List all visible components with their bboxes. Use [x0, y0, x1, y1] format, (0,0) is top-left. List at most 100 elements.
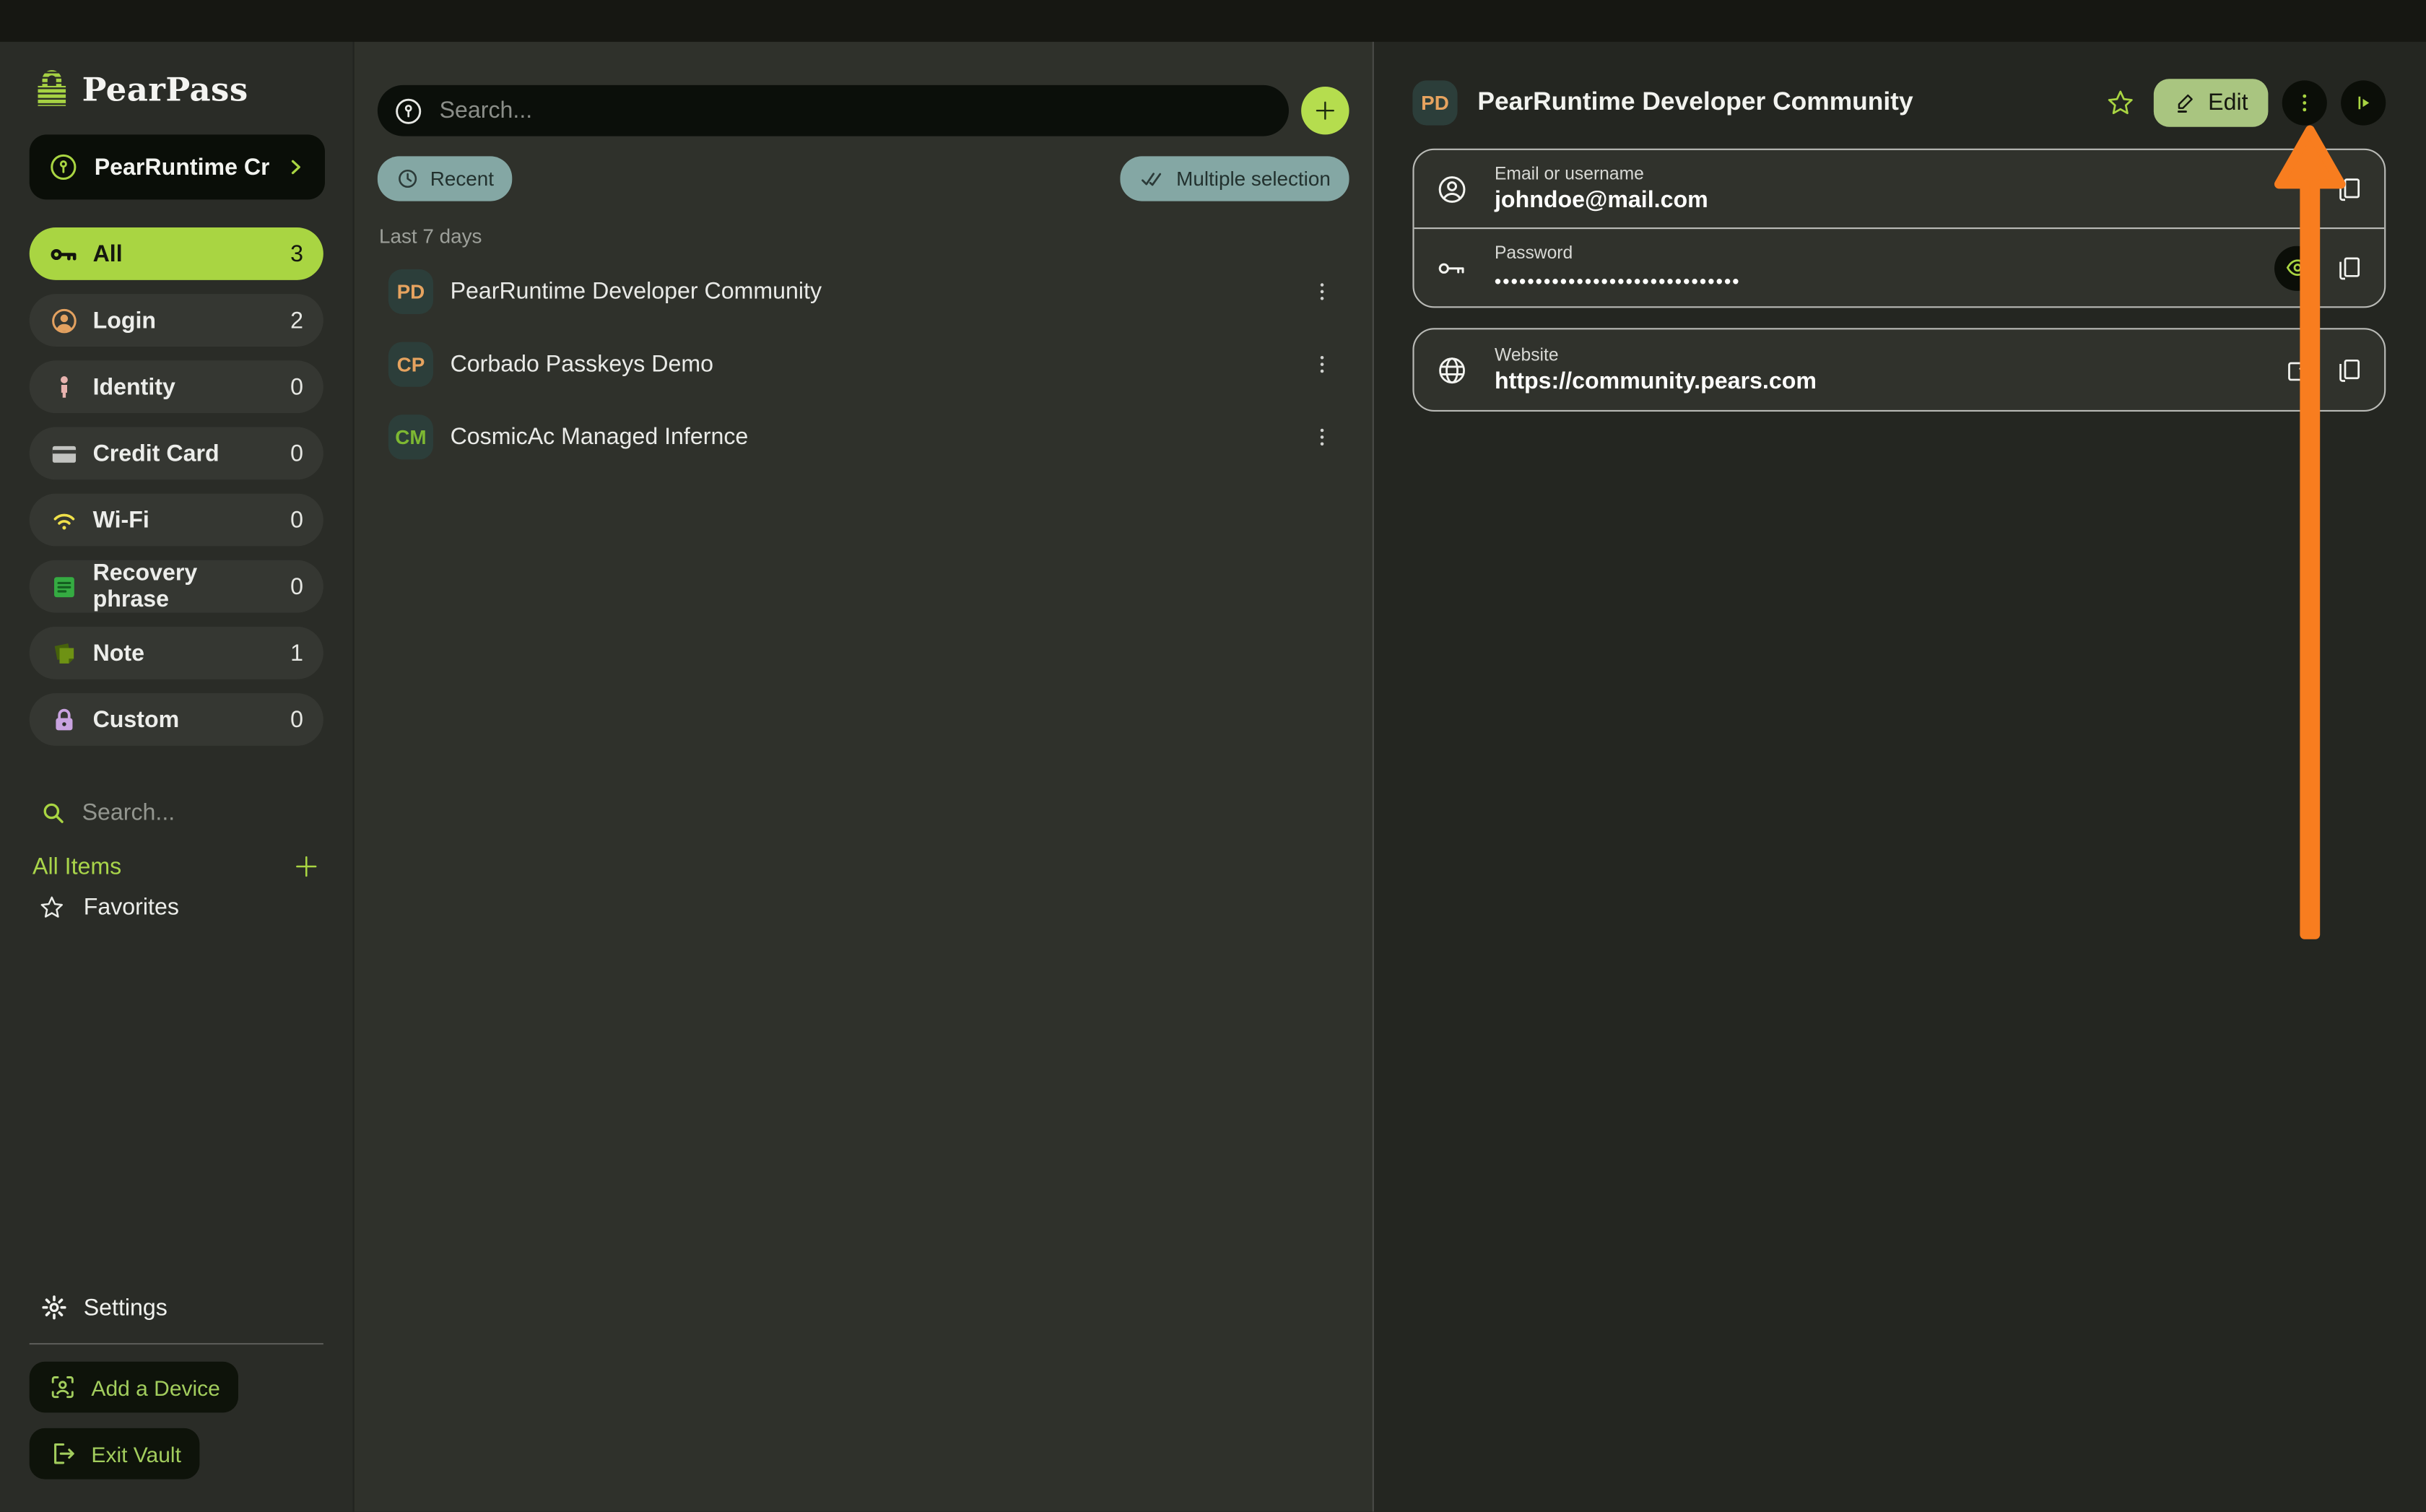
- sidebar: PearPass PearRuntime Cre... All 3: [0, 0, 353, 1512]
- list-item[interactable]: CP Corbado Passkeys Demo: [378, 328, 1349, 401]
- three-dots-vertical-icon: [1310, 280, 1334, 303]
- password-field-value: ••••••••••••••••••••••••••••••: [1495, 270, 2274, 292]
- key-icon: [50, 239, 79, 269]
- sidebar-item-count: 0: [290, 573, 303, 599]
- sidebar-item-label: Login: [93, 307, 277, 333]
- detail-title: PearRuntime Developer Community: [1477, 88, 2105, 118]
- person-icon: [50, 372, 79, 401]
- exit-vault-button[interactable]: Exit Vault: [30, 1428, 200, 1480]
- three-dots-vertical-icon: [1310, 353, 1334, 376]
- key-circle-icon: [48, 152, 79, 183]
- sidebar-item-label: Note: [93, 640, 277, 666]
- sidebar-item-note[interactable]: Note 1: [30, 627, 323, 679]
- sidebar-item-label: Credit Card: [93, 440, 277, 466]
- reveal-password-button[interactable]: [2274, 246, 2319, 290]
- sidebar-item-count: 0: [290, 440, 303, 466]
- window-top-band: [0, 0, 2426, 42]
- multiple-selection-chip[interactable]: Multiple selection: [1121, 156, 1349, 201]
- credentials-field-group: Email or username johndoe@mail.com: [1412, 149, 2386, 308]
- favorites-label: Favorites: [84, 894, 179, 920]
- search-input[interactable]: Search...: [378, 85, 1289, 136]
- pearpass-app: PearPass PearRuntime Cre... All 3: [0, 0, 2426, 1512]
- copy-website-button[interactable]: [2331, 352, 2367, 387]
- sidebar-item-login[interactable]: Login 2: [30, 294, 323, 347]
- item-menu-button[interactable]: [1298, 274, 1346, 309]
- edit-label: Edit: [2208, 90, 2248, 116]
- three-dots-vertical-icon: [2293, 91, 2316, 114]
- settings-button[interactable]: Settings: [30, 1290, 323, 1324]
- three-dots-vertical-icon: [1310, 425, 1334, 448]
- password-field-row: Password ••••••••••••••••••••••••••••••: [1414, 229, 2385, 306]
- sidebar-item-count: 0: [290, 374, 303, 400]
- item-avatar: CP: [388, 342, 433, 387]
- sidebar-item-label: All: [93, 240, 277, 266]
- website-field-row: Website https://community.pears.com: [1414, 329, 2385, 409]
- sidebar-item-identity[interactable]: Identity 0: [30, 360, 323, 413]
- person-circle-icon: [50, 305, 79, 335]
- note-icon: [50, 638, 79, 668]
- sidebar-item-count: 0: [290, 706, 303, 732]
- all-items-link[interactable]: All Items: [32, 853, 292, 879]
- recent-chip-label: Recent: [430, 167, 494, 190]
- copy-icon: [2335, 174, 2365, 204]
- person-scan-icon: [48, 1373, 77, 1402]
- list-item[interactable]: PD PearRuntime Developer Community: [378, 256, 1349, 329]
- sidebar-item-label: Custom: [93, 706, 277, 732]
- website-field-label: Website: [1495, 346, 2281, 365]
- all-items-row: All Items: [30, 849, 323, 883]
- double-check-icon: [1139, 165, 1165, 191]
- sidebar-item-favorites[interactable]: Favorites: [30, 888, 323, 925]
- star-icon: [2106, 88, 2136, 118]
- chevron-right-icon: [284, 156, 306, 178]
- favorite-star-button[interactable]: [2106, 88, 2136, 118]
- exit-vault-label: Exit Vault: [91, 1441, 181, 1466]
- item-rows: PD PearRuntime Developer Community CP Co…: [378, 256, 1349, 474]
- item-title: CosmicAc Managed Infernce: [451, 424, 1298, 450]
- recovery-doc-icon: [50, 572, 79, 601]
- app-name: PearPass: [82, 69, 248, 108]
- plus-icon: [1312, 97, 1338, 123]
- sidebar-item-wifi[interactable]: Wi-Fi 0: [30, 494, 323, 547]
- collapse-panel-button[interactable]: [2341, 80, 2386, 125]
- sidebar-item-custom[interactable]: Custom 0: [30, 693, 323, 746]
- sidebar-search-label: Search...: [82, 799, 175, 825]
- open-website-button[interactable]: [2281, 352, 2316, 387]
- vault-selector[interactable]: PearRuntime Cre...: [30, 134, 325, 199]
- copy-icon: [2335, 355, 2365, 385]
- padlock-striped-logo-icon: [34, 68, 69, 108]
- item-menu-button[interactable]: [1298, 347, 1346, 382]
- item-menu-button[interactable]: [1298, 420, 1346, 455]
- gear-icon: [40, 1293, 69, 1321]
- add-collection-icon[interactable]: [292, 853, 321, 881]
- app-logo: PearPass: [34, 68, 323, 108]
- sidebar-item-all[interactable]: All 3: [30, 227, 323, 280]
- sidebar-search-input[interactable]: Search...: [30, 795, 323, 829]
- sidebar-divider: [30, 1343, 323, 1344]
- password-field-label: Password: [1495, 244, 2274, 263]
- sidebar-item-recovery-phrase[interactable]: Recovery phrase 0: [30, 560, 323, 613]
- item-avatar: CM: [388, 414, 433, 459]
- sidebar-item-credit-card[interactable]: Credit Card 0: [30, 427, 323, 479]
- copy-password-button[interactable]: [2331, 250, 2367, 285]
- detail-panel: PD PearRuntime Developer Community Edit: [1373, 0, 2426, 1512]
- multiple-selection-label: Multiple selection: [1176, 167, 1331, 190]
- credit-card-icon: [50, 439, 79, 469]
- eye-icon: [2283, 253, 2311, 282]
- recent-filter-chip[interactable]: Recent: [378, 156, 513, 201]
- vault-label: PearRuntime Cre...: [95, 154, 269, 180]
- copy-email-button[interactable]: [2331, 171, 2367, 207]
- item-avatar: PD: [388, 269, 433, 314]
- detail-avatar: PD: [1412, 80, 1457, 125]
- pencil-icon: [2174, 91, 2197, 114]
- add-device-button[interactable]: Add a Device: [30, 1362, 239, 1413]
- sidebar-item-count: 0: [290, 507, 303, 533]
- more-options-button[interactable]: [2282, 80, 2327, 125]
- globe-icon: [1436, 354, 1469, 386]
- list-item[interactable]: CM CosmicAc Managed Infernce: [378, 401, 1349, 474]
- lock-icon: [50, 705, 79, 734]
- key-outline-icon: [1436, 251, 1469, 284]
- item-list-panel: Search... Recent: [353, 0, 1373, 1512]
- add-item-button[interactable]: [1301, 87, 1349, 134]
- edit-button[interactable]: Edit: [2154, 79, 2268, 126]
- sidebar-item-label: Recovery phrase: [93, 560, 277, 613]
